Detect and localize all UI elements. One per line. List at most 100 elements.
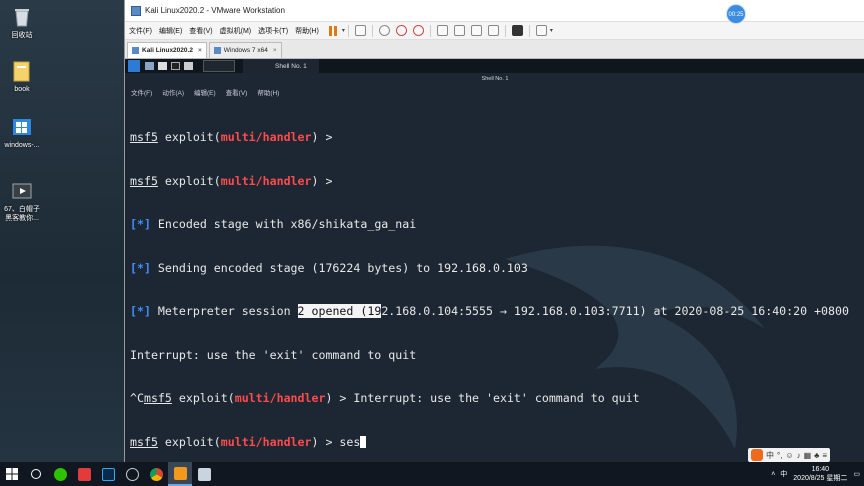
- kali-task-shell[interactable]: Shell No. 1: [243, 59, 319, 73]
- chevron-up-icon[interactable]: ˄: [771, 471, 775, 478]
- system-clock[interactable]: 16:40 2020/8/25 星期二: [793, 465, 847, 483]
- kali-menu-help[interactable]: 帮助(H): [257, 87, 279, 97]
- sogou-ime-icon[interactable]: [751, 449, 763, 461]
- video-file-icon: [11, 180, 33, 202]
- clock-time: 16:40: [811, 466, 830, 473]
- vmware-app-icon: [131, 5, 141, 16]
- terminal-input-line[interactable]: msf5 exploit(multi/handler) > ses: [130, 435, 864, 450]
- menu-tabs[interactable]: 选项卡(T): [258, 26, 288, 36]
- system-tray: ˄ 中 16:40 2020/8/25 星期二 ▭: [771, 462, 860, 486]
- app-icon: [125, 467, 139, 481]
- book-folder-icon: [11, 60, 33, 82]
- terminal-typed-text: ses: [339, 434, 361, 449]
- tab-windows7[interactable]: Windows 7 x64 ×: [208, 42, 282, 58]
- files-icon[interactable]: [158, 62, 167, 70]
- desktop-icon-book[interactable]: book: [0, 60, 44, 94]
- taskbar-recorder[interactable]: [192, 462, 216, 486]
- kali-menu-view[interactable]: 查看(V): [226, 87, 248, 97]
- kali-menu-file[interactable]: 文件(F): [131, 87, 152, 97]
- terminal-line: msf5 exploit(multi/handler) >: [130, 173, 340, 188]
- clock-date: 2020/8/25 星期二: [793, 475, 848, 482]
- unity-icon[interactable]: [487, 25, 499, 36]
- taskbar-vmware[interactable]: [168, 462, 192, 486]
- media-player-icon: [77, 467, 91, 481]
- stretch-view-icon[interactable]: [535, 25, 547, 36]
- terminal-line: [*] Meterpreter session 2 opened (192.16…: [130, 304, 849, 318]
- vm-tabs: Kali Linux2020.2 × Windows 7 x64 ×: [125, 40, 864, 59]
- snapshot-icon[interactable]: [378, 25, 390, 36]
- text-selection: 2 opened (19: [297, 304, 382, 318]
- menu-file[interactable]: 文件(F): [129, 26, 152, 36]
- ime-skin-icon[interactable]: ♣: [814, 451, 819, 460]
- snapshot-manager-icon[interactable]: [412, 25, 424, 36]
- ime-voice-icon[interactable]: ♪: [797, 451, 801, 460]
- desktop-icon-video[interactable]: 67、白帽子 黑客教你...: [0, 180, 44, 223]
- notification-icon[interactable]: ▭: [853, 470, 860, 478]
- desktop-icon-label: 67、白帽子: [4, 206, 40, 213]
- pause-icon[interactable]: [328, 25, 339, 36]
- terminal-cursor: [360, 435, 367, 448]
- chevron-down-icon[interactable]: ▾: [342, 27, 345, 34]
- full-screen-icon[interactable]: [470, 25, 482, 36]
- ime-toolbar[interactable]: 中 °, ☺ ♪ ▦ ♣ ≡: [748, 448, 831, 462]
- menu-edit[interactable]: 编辑(E): [159, 26, 182, 36]
- ime-emoji-icon[interactable]: ☺: [785, 451, 793, 460]
- search-button[interactable]: [24, 462, 48, 486]
- browser-icon[interactable]: [184, 62, 193, 70]
- tab-label: Windows 7 x64: [223, 47, 268, 54]
- close-icon[interactable]: ×: [198, 47, 202, 54]
- terminal-icon[interactable]: [171, 62, 180, 70]
- search-icon: [31, 469, 41, 479]
- send-ctrl-alt-del-icon[interactable]: [354, 25, 366, 36]
- taskbar-photoshop[interactable]: [96, 462, 120, 486]
- desktop-icon-label: 黑客教你...: [5, 215, 39, 222]
- taskbar-window-button[interactable]: [203, 60, 235, 72]
- kali-menu-action[interactable]: 动作(A): [162, 87, 184, 97]
- taskbar-chrome[interactable]: [144, 462, 168, 486]
- windows-folder-icon: [11, 116, 33, 138]
- workspace-icon[interactable]: [145, 62, 154, 70]
- revert-snapshot-icon[interactable]: [395, 25, 407, 36]
- recycle-bin-icon: [11, 6, 33, 28]
- recorder-icon: [197, 467, 211, 481]
- toolbar-separator: [347, 24, 349, 37]
- photoshop-icon: [101, 467, 115, 481]
- terminal-line: [*] Sending encoded stage (176224 bytes)…: [130, 260, 528, 275]
- ime-language[interactable]: 中: [766, 450, 774, 461]
- taskbar-app[interactable]: [120, 462, 144, 486]
- tab-kali[interactable]: Kali Linux2020.2 ×: [127, 42, 207, 58]
- desktop-icon-windows[interactable]: windows-...: [0, 116, 44, 150]
- tray-language[interactable]: 中: [780, 469, 787, 479]
- windows-logo-icon: [6, 468, 18, 480]
- start-button[interactable]: [0, 462, 24, 486]
- thumbnail-icon[interactable]: [453, 25, 465, 36]
- terminal-output[interactable]: msf5 exploit(multi/handler) > msf5 explo…: [130, 101, 864, 462]
- terminal-line: msf5 exploit(multi/handler) >: [130, 130, 340, 144]
- taskbar-wechat[interactable]: [48, 462, 72, 486]
- library-icon[interactable]: [436, 25, 448, 36]
- kali-menu-icon[interactable]: [128, 60, 140, 72]
- ime-menu-icon[interactable]: ≡: [822, 451, 827, 460]
- toolbar-separator: [528, 24, 530, 37]
- console-view-icon[interactable]: [511, 25, 523, 36]
- vmware-icon: [173, 466, 187, 480]
- recording-timer[interactable]: 00:25: [726, 4, 746, 24]
- kali-menu-edit[interactable]: 编辑(E): [194, 87, 216, 97]
- ime-keyboard-icon[interactable]: ▦: [804, 451, 812, 460]
- taskbar-media[interactable]: [72, 462, 96, 486]
- close-icon[interactable]: ×: [273, 47, 277, 54]
- menu-view[interactable]: 查看(V): [189, 26, 212, 36]
- desktop-icon-recycle-bin[interactable]: 回收站: [0, 6, 44, 40]
- vmware-titlebar[interactable]: Kali Linux2020.2 - VMware Workstation: [125, 0, 864, 22]
- ime-punct-icon[interactable]: °,: [777, 451, 782, 460]
- chevron-down-icon[interactable]: ▾: [550, 27, 553, 34]
- wechat-icon: [53, 467, 67, 481]
- desktop-icon-label: windows-...: [4, 142, 40, 149]
- vmware-window: Kali Linux2020.2 - VMware Workstation 文件…: [124, 0, 864, 462]
- menu-help[interactable]: 帮助(H): [295, 26, 319, 36]
- toolbar-separator: [429, 24, 431, 37]
- menu-vm[interactable]: 虚拟机(M): [220, 26, 252, 36]
- kali-guest-screen[interactable]: Shell No. 1 Shell No. 1 文件(F) 动作(A) 编辑(E…: [125, 59, 864, 462]
- vm-icon: [132, 47, 139, 54]
- desktop-icon-label: 回收站: [11, 32, 33, 39]
